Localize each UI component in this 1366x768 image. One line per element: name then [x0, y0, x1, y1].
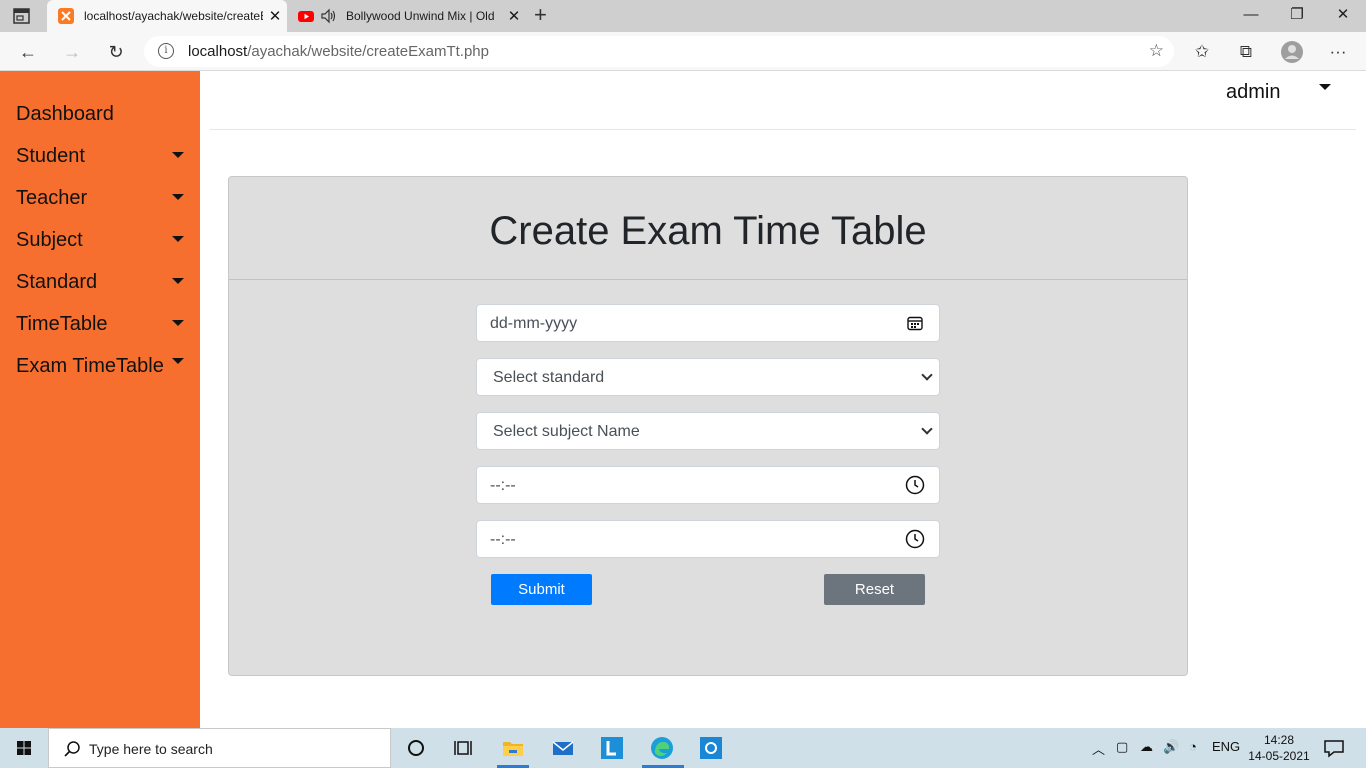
- sidebar-item-label: TimeTable: [16, 313, 108, 335]
- youtube-icon: [298, 11, 314, 22]
- sidebar-item-standard[interactable]: Standard: [0, 263, 200, 297]
- l-app-icon[interactable]: [600, 736, 624, 760]
- chevron-down-icon: [921, 369, 933, 381]
- edge-icon[interactable]: [650, 736, 674, 760]
- subject-select-value: Select subject Name: [493, 423, 640, 440]
- time-placeholder: --:--: [490, 531, 516, 548]
- clock-icon[interactable]: [905, 529, 925, 549]
- browser-tab-strip: localhost/ayachak/website/createExamTt.p…: [0, 0, 1366, 32]
- sidebar-item-label: Teacher: [16, 187, 88, 209]
- header-divider: [210, 129, 1356, 130]
- window-close-icon[interactable]: ✕: [1320, 0, 1366, 32]
- tab-title: Bollywood Unwind Mix | Old: [346, 9, 495, 23]
- time-placeholder: --:--: [490, 477, 516, 494]
- device-icon[interactable]: ▢: [1116, 739, 1128, 755]
- cortana-app-icon[interactable]: [699, 736, 723, 760]
- language-indicator[interactable]: ENG: [1212, 739, 1240, 754]
- minimize-icon[interactable]: —: [1228, 0, 1274, 32]
- forward-icon[interactable]: →: [60, 40, 84, 64]
- subject-select[interactable]: Select subject Name: [476, 412, 940, 450]
- card-header: Create Exam Time Table: [229, 177, 1187, 280]
- sidebar: Dashboard Student Teacher Subject Standa…: [0, 71, 200, 728]
- caret-down-icon: [172, 194, 184, 200]
- new-tab-icon[interactable]: +: [534, 4, 547, 26]
- taskbar-search-input[interactable]: Type here to search: [48, 728, 391, 768]
- submit-button[interactable]: Submit: [491, 574, 592, 605]
- windows-taskbar: Type here to search ︿ ▢ ☁ 🔊 ◔ ENG 14:28 …: [0, 728, 1366, 768]
- xampp-icon: [58, 8, 74, 24]
- url-path: /ayachak/website/createExamTt.php: [247, 43, 489, 60]
- sidebar-item-subject[interactable]: Subject: [0, 221, 200, 255]
- wifi-icon[interactable]: ◔: [1189, 739, 1197, 754]
- sidebar-item-label: Dashboard: [16, 103, 114, 125]
- more-icon[interactable]: ···: [1326, 40, 1350, 64]
- tab-localhost[interactable]: localhost/ayachak/website/createExamTt.p…: [47, 0, 287, 32]
- mail-icon[interactable]: [551, 736, 575, 760]
- clock[interactable]: 14:28 14-05-2021: [1244, 732, 1314, 764]
- exam-date-input[interactable]: dd-mm-yyyy: [476, 304, 940, 342]
- add-favorite-icon[interactable]: ☆: [1149, 41, 1164, 61]
- clock-icon[interactable]: [905, 475, 925, 495]
- sidebar-item-exam-timetable[interactable]: Exam TimeTable: [0, 347, 200, 381]
- sidebar-item-teacher[interactable]: Teacher: [0, 179, 200, 213]
- tab-youtube[interactable]: Bollywood Unwind Mix | Old ✕: [290, 0, 526, 32]
- sidebar-item-label: Standard: [16, 271, 98, 293]
- search-placeholder: Type here to search: [89, 741, 213, 757]
- user-menu[interactable]: admin: [1226, 81, 1280, 104]
- sidebar-item-label: Exam TimeTable: [16, 355, 164, 377]
- file-explorer-icon[interactable]: [501, 736, 525, 760]
- standard-select-value: Select standard: [493, 369, 605, 386]
- refresh-icon[interactable]: ↻: [104, 40, 128, 64]
- calendar-icon[interactable]: [907, 315, 923, 331]
- url-host: localhost: [188, 43, 248, 60]
- tab-actions-icon[interactable]: [12, 7, 32, 25]
- favorites-icon[interactable]: ✩: [1190, 40, 1214, 64]
- address-bar[interactable]: i localhost/ayachak/website/createExamTt…: [144, 36, 1174, 67]
- show-hidden-icons-icon[interactable]: ︿: [1092, 739, 1105, 758]
- url-text[interactable]: localhost/ayachak/website/createExamTt.p…: [188, 43, 489, 60]
- end-time-input[interactable]: --:--: [476, 520, 940, 558]
- sidebar-item-student[interactable]: Student: [0, 137, 200, 171]
- back-icon[interactable]: ←: [16, 40, 40, 64]
- exam-timetable-card: Create Exam Time Table dd-mm-yyyy Select…: [228, 176, 1188, 676]
- clock-date: 14-05-2021: [1248, 749, 1310, 763]
- sidebar-item-dashboard[interactable]: Dashboard: [0, 95, 200, 129]
- cortana-icon[interactable]: [404, 736, 428, 760]
- caret-down-icon: [172, 236, 184, 242]
- date-placeholder: dd-mm-yyyy: [490, 315, 578, 332]
- tab-title: localhost/ayachak/website/createExamTt.p…: [84, 9, 263, 23]
- notifications-icon[interactable]: [1322, 736, 1346, 760]
- profile-icon[interactable]: [1280, 40, 1304, 64]
- collections-icon[interactable]: ⧉: [1234, 40, 1258, 64]
- volume-icon[interactable]: 🔊: [1163, 739, 1179, 755]
- chevron-down-icon: [921, 423, 933, 435]
- caret-down-icon: [172, 278, 184, 284]
- start-time-input[interactable]: --:--: [476, 466, 940, 504]
- caret-down-icon: [172, 320, 184, 326]
- restore-icon[interactable]: ❐: [1274, 0, 1320, 32]
- caret-down-icon[interactable]: [1319, 84, 1331, 90]
- address-toolbar: ← → ↻ i localhost/ayachak/website/create…: [0, 32, 1366, 71]
- sidebar-item-label: Student: [16, 145, 85, 167]
- clock-time: 14:28: [1263, 733, 1295, 747]
- info-icon[interactable]: i: [158, 43, 174, 59]
- sidebar-item-timetable[interactable]: TimeTable: [0, 305, 200, 339]
- onedrive-icon[interactable]: ☁: [1140, 739, 1153, 755]
- search-icon: [64, 741, 80, 757]
- standard-select[interactable]: Select standard: [476, 358, 940, 396]
- reset-button[interactable]: Reset: [824, 574, 925, 605]
- windows-start-icon[interactable]: [0, 728, 48, 768]
- caret-down-icon: [172, 358, 184, 364]
- close-icon[interactable]: ✕: [263, 7, 287, 25]
- sidebar-item-label: Subject: [16, 229, 83, 251]
- caret-down-icon: [172, 152, 184, 158]
- page-title: Create Exam Time Table: [489, 209, 927, 253]
- speaker-icon[interactable]: [320, 8, 338, 24]
- close-icon[interactable]: ✕: [502, 7, 526, 25]
- task-view-icon[interactable]: [452, 736, 476, 760]
